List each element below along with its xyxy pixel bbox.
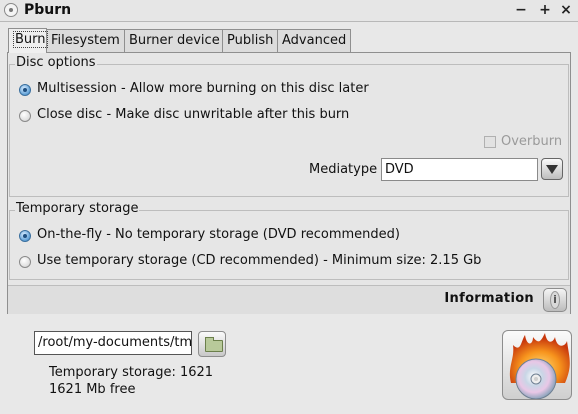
tab-label: Burner device — [129, 33, 220, 48]
mediatype-label: Mediatype — [309, 162, 378, 177]
info-icon[interactable]: i — [543, 288, 567, 312]
tab-burner-device[interactable]: Burner device — [124, 29, 223, 52]
temp-storage-frame: Temporary storage On-the-fly - No tempor… — [9, 201, 569, 280]
tab-label: Filesystem — [51, 33, 120, 48]
minimize-icon[interactable]: − — [513, 1, 529, 19]
folder-icon — [205, 337, 223, 352]
close-disc-label[interactable]: Close disc - Make disc unwritable after … — [37, 107, 349, 122]
path-input[interactable]: /root/my-documents/tmp — [34, 331, 192, 355]
overburn-checkbox[interactable] — [484, 136, 496, 148]
tab-label: Advanced — [282, 33, 347, 48]
temp-storage-status: Temporary storage: 1621 — [49, 365, 214, 380]
information-label[interactable]: Information — [444, 291, 534, 306]
on-the-fly-label[interactable]: On-the-fly - No temporary storage (DVD r… — [37, 227, 400, 242]
multisession-label[interactable]: Multisession - Allow more burning on thi… — [37, 81, 369, 96]
tab-advanced[interactable]: Advanced — [277, 29, 351, 52]
disc-options-frame: Disc options Multisession - Allow more b… — [9, 55, 569, 197]
use-temp-storage-label[interactable]: Use temporary storage (CD recommended) -… — [37, 253, 481, 268]
browse-folder-button[interactable] — [198, 331, 226, 357]
burn-panel: Disc options Multisession - Allow more b… — [7, 52, 571, 314]
mediatype-select[interactable]: DVD — [381, 158, 538, 181]
window-menu-icon[interactable] — [4, 3, 18, 17]
overburn-label: Overburn — [501, 134, 563, 149]
title-bar: Pburn − + × — [0, 0, 578, 22]
free-space-status: 1621 Mb free — [49, 382, 136, 397]
tab-publish[interactable]: Publish — [222, 29, 278, 52]
multisession-radio[interactable] — [19, 84, 31, 96]
information-bar[interactable]: Information i — [8, 285, 570, 314]
close-icon[interactable]: × — [558, 1, 574, 19]
temp-storage-title: Temporary storage — [15, 201, 140, 216]
tab-label: Publish — [227, 33, 274, 48]
chevron-down-icon[interactable] — [541, 158, 563, 180]
disc-options-title: Disc options — [15, 55, 97, 70]
window-title: Pburn — [24, 2, 72, 18]
tab-label: Burn — [13, 31, 48, 48]
tab-filesystem[interactable]: Filesystem — [46, 29, 125, 52]
burning-disc-icon — [509, 333, 570, 399]
use-temp-storage-radio[interactable] — [19, 256, 31, 268]
on-the-fly-radio[interactable] — [19, 230, 31, 242]
close-disc-radio[interactable] — [19, 110, 31, 122]
tab-burn[interactable]: Burn — [8, 28, 48, 53]
maximize-icon[interactable]: + — [537, 1, 553, 19]
burn-button[interactable] — [502, 330, 572, 400]
